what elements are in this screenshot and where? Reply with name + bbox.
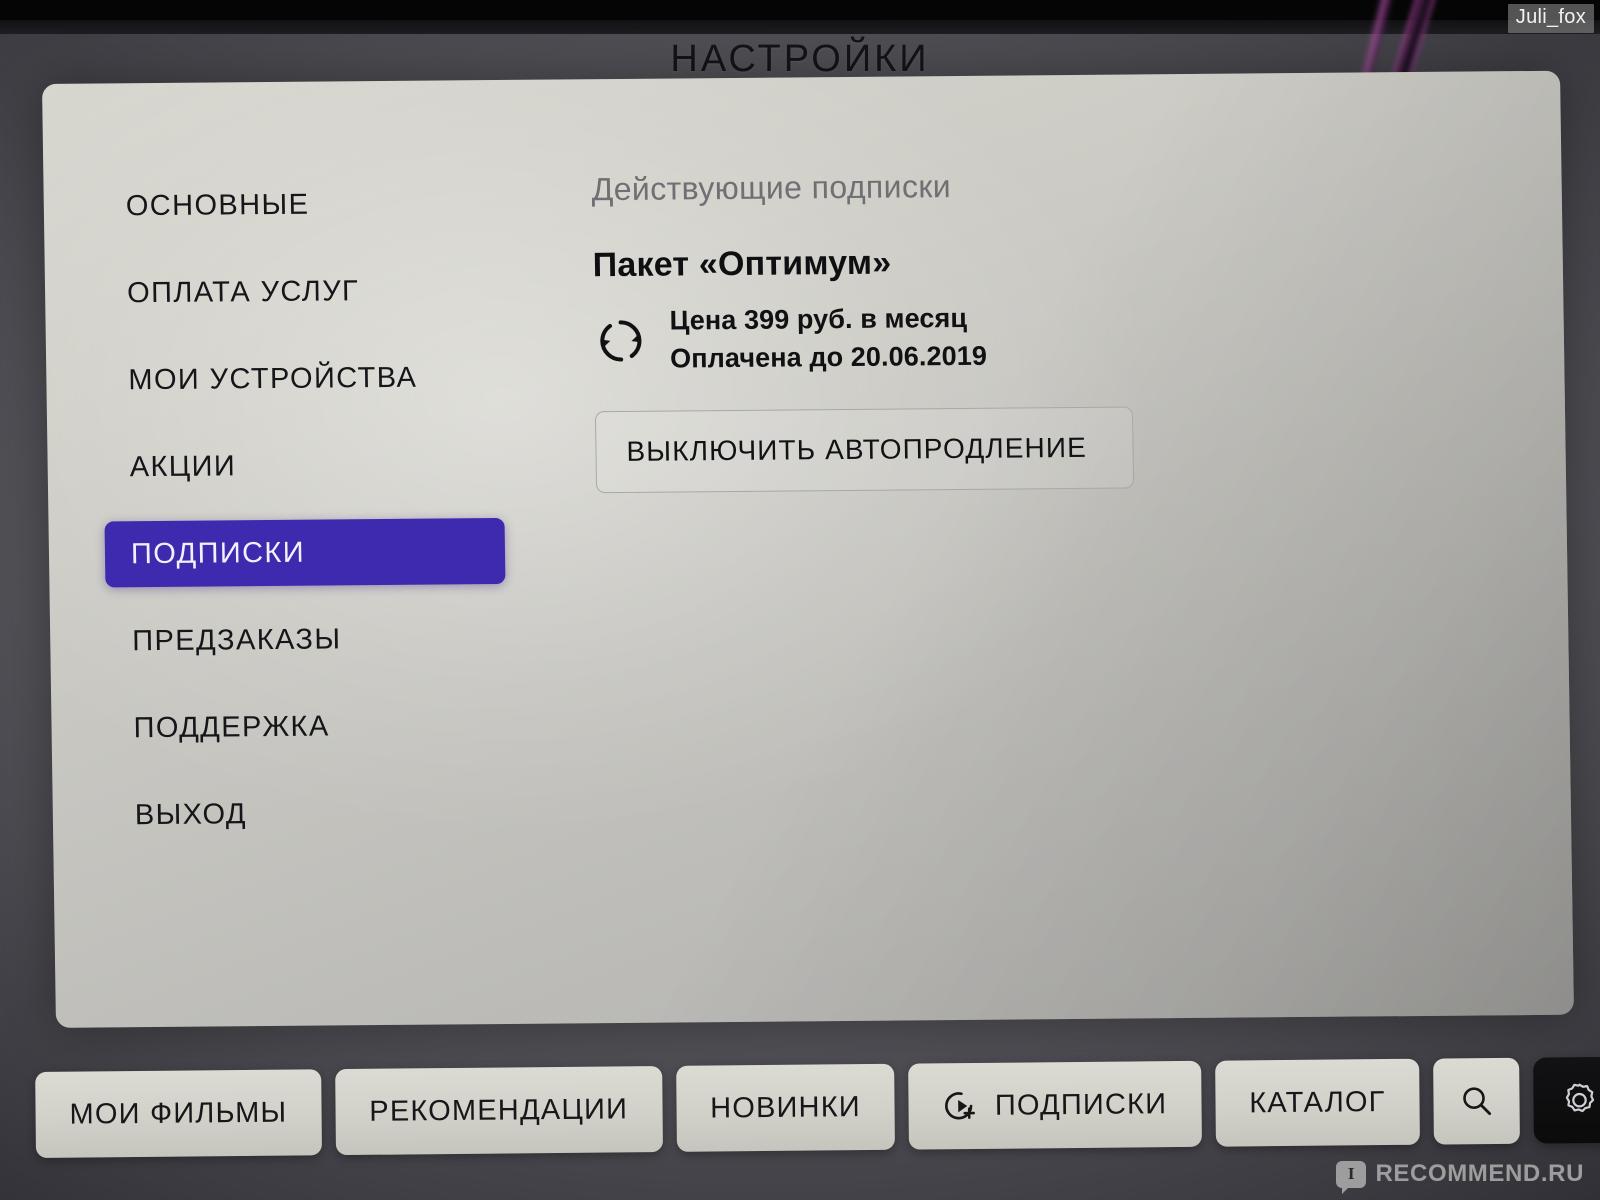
bottom-nav-catalog-label: КАТАЛОГ (1249, 1085, 1386, 1119)
subscription-plan-title: Пакет «Оптимум» (592, 243, 892, 285)
bottom-nav-recommendations-label: РЕКОМЕНДАЦИИ (369, 1092, 629, 1128)
sidebar-item-podderzhka[interactable]: ПОДДЕРЖКА (107, 692, 508, 761)
search-icon (1463, 1087, 1492, 1116)
sidebar-item-predzakazy[interactable]: ПРЕДЗАКАЗЫ (106, 605, 507, 674)
bottom-nav-settings-button[interactable] (1533, 1056, 1600, 1144)
sidebar-item-osnovnye[interactable]: ОСНОВНЫЕ (99, 170, 500, 239)
bottom-nav-my-films[interactable]: МОИ ФИЛЬМЫ (35, 1069, 322, 1158)
sidebar-item-oplata-uslug[interactable]: ОПЛАТА УСЛУГ (101, 257, 502, 326)
bottom-nav-new-releases-label: НОВИНКИ (709, 1090, 862, 1125)
play-circle-plus-icon (945, 1092, 976, 1120)
watermark-bottom-right-label: RECOMMEND.RU (1375, 1160, 1584, 1187)
subscription-price-line: Цена 399 руб. в месяц (669, 302, 968, 336)
bottom-nav-my-films-label: МОИ ФИЛЬМЫ (69, 1096, 288, 1131)
sidebar-item-vyhod[interactable]: ВЫХОД (108, 779, 509, 848)
bottom-nav-subscriptions-label: ПОДПИСКИ (994, 1087, 1168, 1122)
active-subscriptions-heading: Действующие подписки (591, 168, 952, 208)
room-dark-band-2 (0, 0, 1600, 20)
sidebar-item-podpiski[interactable]: ПОДПИСКИ (104, 517, 506, 588)
bottom-nav-search-button[interactable] (1433, 1057, 1521, 1145)
subscription-paid-until-line: Оплачена до 20.06.2019 (669, 340, 988, 374)
settings-sidebar: ОСНОВНЫЕ ОПЛАТА УСЛУГ МОИ УСТРОЙСТВА АКЦ… (99, 170, 509, 869)
watermark-bottom-right: I RECOMMEND.RU (1336, 1160, 1584, 1194)
watermark-top-right: Juli_fox (1507, 4, 1594, 33)
autorenew-icon (600, 320, 642, 362)
bottom-nav-recommendations[interactable]: РЕКОМЕНДАЦИИ (334, 1065, 663, 1156)
settings-panel: ОСНОВНЫЕ ОПЛАТА УСЛУГ МОИ УСТРОЙСТВА АКЦ… (42, 70, 1574, 1028)
tv-photo-scene: НАСТРОЙКИ ОСНОВНЫЕ ОПЛАТА УСЛУГ МОИ УСТР… (0, 0, 1600, 1200)
sidebar-item-akcii[interactable]: АКЦИИ (103, 431, 504, 500)
sidebar-item-moi-ustroystva[interactable]: МОИ УСТРОЙСТВА (102, 344, 503, 413)
bottom-nav-subscriptions[interactable]: ПОДПИСКИ (908, 1060, 1202, 1150)
bottom-nav-new-releases[interactable]: НОВИНКИ (675, 1063, 896, 1152)
bottom-navigation-row: МОИ ФИЛЬМЫ РЕКОМЕНДАЦИИ НОВИНКИ ПОДПИСКИ… (35, 1056, 1600, 1158)
subscription-plan-lines: Цена 399 руб. в месяц Оплачена до 20.06.… (669, 302, 987, 376)
bottom-nav-catalog[interactable]: КАТАЛОГ (1214, 1058, 1421, 1147)
subscription-details-row: Цена 399 руб. в месяц Оплачена до 20.06.… (593, 297, 1494, 376)
subscriptions-content: Действующие подписки Пакет «Оптимум» Цен… (591, 163, 1496, 493)
gear-icon (1565, 1083, 1595, 1113)
recommend-logo-icon: I (1336, 1160, 1367, 1194)
disable-auto-renew-button[interactable]: ВЫКЛЮЧИТЬ АВТОПРОДЛЕНИЕ (594, 405, 1135, 493)
